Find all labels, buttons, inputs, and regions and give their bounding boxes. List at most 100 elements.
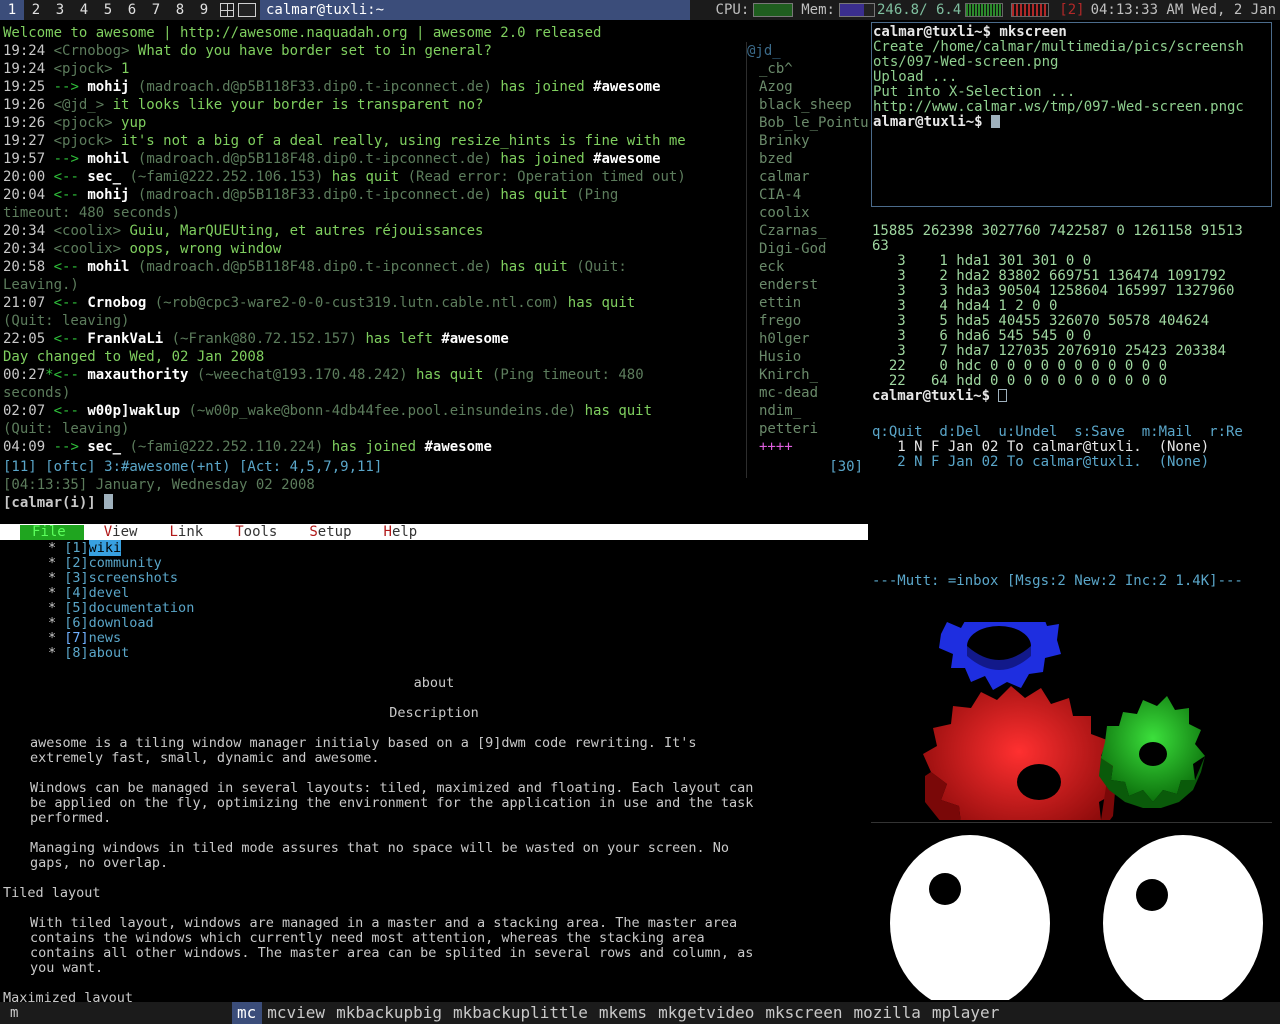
nav-link-community[interactable]: community xyxy=(89,555,162,571)
completion-mcview[interactable]: mcview xyxy=(262,1002,331,1024)
mail-item[interactable]: 1 N F Jan 02 To calmar@tuxli. (None) xyxy=(872,440,1272,455)
chat-text: <-- xyxy=(45,259,88,275)
chat-text: (~fami@222.252.110.224) xyxy=(121,439,332,455)
nav-link-about[interactable]: about xyxy=(89,645,130,661)
nick-item[interactable]: enderst xyxy=(759,276,866,294)
chat-line: (Quit: leaving) xyxy=(3,420,743,438)
nav-link-download[interactable]: download xyxy=(89,615,154,631)
nick-item[interactable]: mc-dead xyxy=(759,384,866,402)
chat-text: has quit xyxy=(500,187,577,203)
tag-2[interactable]: 2 xyxy=(24,0,48,20)
nick-item[interactable]: CIA-4 xyxy=(759,186,866,204)
focused-window-title[interactable]: calmar@tuxli:~ xyxy=(260,0,690,20)
chat-text: (madroach.d@p5B118F48.dip0.t-ipconnect.d… xyxy=(129,259,501,275)
terminal-window[interactable]: calmar@tuxli~$ mkscreen Create /home/calm… xyxy=(871,22,1272,207)
completion-mplayer[interactable]: mplayer xyxy=(927,1002,1005,1024)
tag-1[interactable]: 1 xyxy=(0,0,24,20)
completion-mc[interactable]: mc xyxy=(232,1002,263,1024)
chat-line: 19:24 <pjock> 1 xyxy=(3,60,743,78)
tag-9[interactable]: 9 xyxy=(192,0,216,20)
chat-timestamp: 19:57 xyxy=(3,151,46,167)
nick-item[interactable]: coolix xyxy=(759,204,866,222)
completion-mkgetvideo[interactable]: mkgetvideo xyxy=(653,1002,760,1024)
chat-text: <-- xyxy=(45,295,88,311)
nick-item[interactable]: black_sheep xyxy=(759,96,866,114)
weechat-input[interactable]: [calmar(i)] xyxy=(3,494,114,512)
completion-mkbackupbig[interactable]: mkbackupbig xyxy=(331,1002,448,1024)
menu-link[interactable]: Link xyxy=(149,524,215,540)
nav-link-wiki[interactable]: wiki xyxy=(88,540,122,556)
chat-timestamp: 04:09 xyxy=(3,439,46,455)
diskstats-line: 3 4 hda4 1 2 0 0 xyxy=(872,298,1058,314)
terminal-line: http://www.calmar.ws/tmp/097-Wed-screen.… xyxy=(873,99,1244,115)
nick-item[interactable]: ndim_ xyxy=(759,402,866,420)
net-graph xyxy=(965,3,1004,17)
nick-item[interactable]: bzed xyxy=(759,150,866,168)
tag-6[interactable]: 6 xyxy=(120,0,144,20)
chat-text: has quit xyxy=(500,259,577,275)
tag-3[interactable]: 3 xyxy=(48,0,72,20)
tag-5[interactable]: 5 xyxy=(96,0,120,20)
weechat-window[interactable]: Welcome to awesome | http://awesome.naqu… xyxy=(0,22,868,514)
completion-mkems[interactable]: mkems xyxy=(594,1002,653,1024)
menu-file[interactable]: File xyxy=(20,524,84,540)
chat-text: Leaving.) xyxy=(3,277,79,293)
nick-item[interactable]: @jd_ xyxy=(747,42,866,60)
chat-text: --> xyxy=(45,79,88,95)
menu-tools[interactable]: Tools xyxy=(215,524,289,540)
run-prompt-input[interactable]: m xyxy=(0,1002,232,1024)
chat-text: (madroach.d@p5B118F33.dip0.t-ipconnect.d… xyxy=(129,79,501,95)
completion-mkscreen[interactable]: mkscreen xyxy=(760,1002,848,1024)
mail-item[interactable]: 2 N F Jan 02 To calmar@tuxli. (None) xyxy=(872,455,1272,470)
shell-prompt[interactable]: calmar@tuxli~$ xyxy=(872,389,1272,404)
nick-item[interactable]: h0lger xyxy=(759,330,866,348)
menu-view[interactable]: View xyxy=(84,524,150,540)
chat-line: Leaving.) xyxy=(3,276,743,294)
tag-4[interactable]: 4 xyxy=(72,0,96,20)
chat-text: <-- xyxy=(45,331,88,347)
nick-item[interactable]: Knirch_ xyxy=(759,366,866,384)
heading-description: Description xyxy=(389,705,479,721)
nick-item[interactable]: petteri xyxy=(759,420,866,438)
chat-text: has quit xyxy=(567,295,636,311)
paragraph-layouts: Windows can be managed in several layout… xyxy=(30,780,754,826)
nav-link-documentation[interactable]: documentation xyxy=(89,600,195,616)
chat-line: 20:34 <coolix> oops, wrong window xyxy=(3,240,743,258)
terminal-app-icon xyxy=(238,3,256,17)
tag-7[interactable]: 7 xyxy=(144,0,168,20)
chat-timestamp: 19:26 xyxy=(3,115,46,131)
nav-link-devel[interactable]: devel xyxy=(89,585,130,601)
menu-label: elp xyxy=(391,524,418,540)
nick-item[interactable]: Bob_le_Pointu xyxy=(759,114,868,132)
nav-link-news[interactable]: news xyxy=(89,630,122,646)
chat-timestamp: 20:04 xyxy=(3,187,46,203)
nick-item[interactable]: Brinky xyxy=(759,132,866,150)
nick-item[interactable]: Czarnas_ xyxy=(759,222,866,240)
menu-help[interactable]: Help xyxy=(364,524,430,540)
glxgears-window[interactable] xyxy=(871,622,1272,820)
nick-item[interactable]: Digi-God xyxy=(759,240,866,258)
nick-item[interactable]: eck xyxy=(759,258,866,276)
nick-item[interactable]: Husio xyxy=(759,348,866,366)
tile-layout-icon[interactable] xyxy=(220,3,234,17)
nick-item[interactable]: frego xyxy=(759,312,866,330)
nick-item[interactable]: Azog xyxy=(759,78,866,96)
xeyes-window[interactable] xyxy=(871,822,1272,1000)
tag-8[interactable]: 8 xyxy=(168,0,192,20)
clock: 04:13:33 AM Wed, 2 Jan xyxy=(1090,2,1276,18)
terminal-line: calmar@tuxli~$ mkscreen xyxy=(873,24,1067,40)
nick-item[interactable]: calmar xyxy=(759,168,866,186)
menu-setup[interactable]: Setup xyxy=(289,524,363,540)
chat-line: 19:27 <pjock> it's not a big of a deal r… xyxy=(3,132,743,150)
nick-item[interactable]: _cb^ xyxy=(759,60,866,78)
completion-mozilla[interactable]: mozilla xyxy=(848,1002,926,1024)
elinks-browser[interactable]: File View Link Tools Setup Help * [1]wiki * [2… xyxy=(0,524,868,1002)
nick-item[interactable]: ettin xyxy=(759,294,866,312)
chat-line: 19:26 <pjock> yup xyxy=(3,114,743,132)
link-number: [6] xyxy=(64,615,89,631)
chat-text: has left xyxy=(365,331,442,347)
completion-mkbackuplittle[interactable]: mkbackuplittle xyxy=(448,1002,594,1024)
mutt-index[interactable]: q:Quit d:Del u:Undel s:Save m:Mail r:Re … xyxy=(872,425,1272,595)
bullet: * xyxy=(48,585,65,601)
nav-link-screenshots[interactable]: screenshots xyxy=(89,570,178,586)
